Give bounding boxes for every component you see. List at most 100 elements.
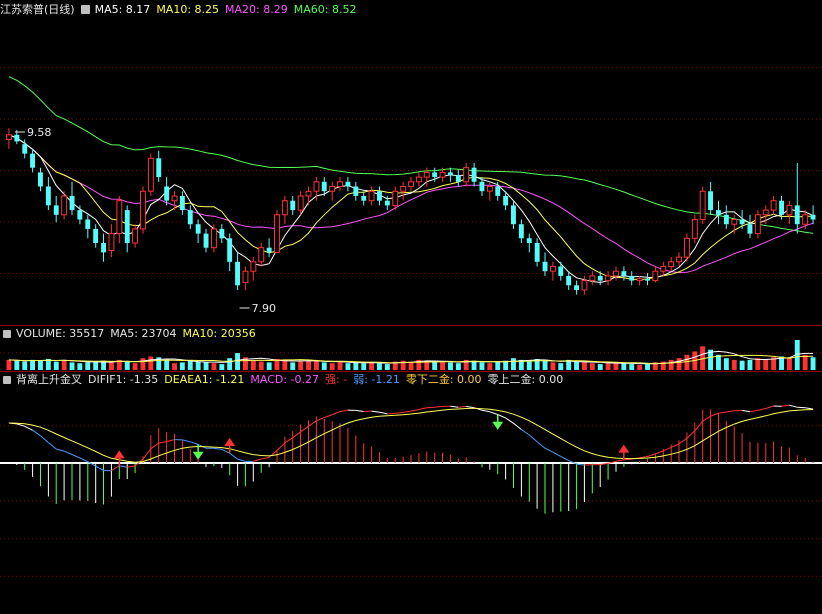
dif-line-segment: [111, 465, 120, 472]
candle-body: [321, 181, 327, 192]
dif-line-segment: [505, 417, 514, 424]
volume-bar: [93, 361, 99, 370]
candle-body: [676, 256, 682, 263]
dif-line-segment: [647, 453, 656, 457]
volume-bar: [369, 362, 374, 370]
dif-line-segment: [182, 439, 191, 443]
candle-body: [400, 186, 407, 192]
volume-bar: [109, 362, 114, 370]
dif-line-segment: [489, 411, 498, 415]
chart-canvas[interactable]: 9.58 7.90: [0, 0, 822, 614]
candle-body: [250, 261, 257, 272]
candle-body: [645, 278, 650, 281]
candle-body: [589, 275, 596, 282]
volume-bar: [495, 361, 501, 370]
volume-bar: [716, 354, 721, 370]
dif-line-segment: [615, 459, 624, 462]
volume-bar: [747, 359, 753, 370]
dif-line-segment: [718, 411, 727, 414]
volume-bar: [479, 362, 485, 370]
dif-line-segment: [150, 442, 159, 450]
volume-bar: [684, 354, 690, 370]
dif-line-segment: [742, 409, 751, 413]
candle-body: [574, 285, 579, 290]
candle-body: [455, 175, 461, 182]
dif-line-segment: [32, 429, 41, 437]
volume-bar: [77, 363, 83, 370]
dif-line-segment: [639, 456, 648, 459]
dif-line-segment: [395, 411, 404, 414]
volume-bar: [526, 361, 532, 370]
volume-bar: [353, 362, 359, 370]
candle-body: [432, 172, 438, 178]
candle-body: [495, 186, 501, 196]
candle-body: [526, 238, 532, 243]
dif-line-segment: [797, 406, 806, 409]
candle-body: [691, 219, 698, 239]
low-price-label: 7.90: [252, 302, 277, 315]
dif-line-segment: [576, 463, 585, 466]
candle-body: [164, 186, 170, 201]
candle-body: [534, 243, 540, 262]
volume-bar: [306, 360, 311, 370]
volume-bar: [219, 364, 225, 370]
candle-body: [77, 210, 83, 220]
candle-body: [605, 275, 611, 282]
candle-body: [463, 167, 470, 183]
dif-line-segment: [379, 411, 388, 415]
candle-body: [581, 280, 588, 291]
dif-line-segment: [410, 409, 419, 412]
candle-body: [384, 200, 390, 206]
candle-body: [668, 261, 675, 267]
volume-bar: [203, 362, 209, 370]
candle-body: [140, 190, 146, 230]
dif-line-segment: [292, 431, 301, 439]
volume-bar: [361, 363, 367, 370]
candle-body: [550, 266, 556, 272]
volume-bar: [345, 363, 351, 370]
dif-line-segment: [276, 442, 286, 451]
high-price-label: 9.58: [27, 126, 52, 139]
volume-bar: [755, 358, 761, 370]
dif-line-segment: [434, 405, 443, 408]
dif-line-segment: [127, 465, 136, 468]
candle-body: [195, 224, 201, 234]
candle-body: [305, 190, 312, 197]
candle-body: [423, 171, 430, 178]
dif-line-segment: [261, 456, 270, 460]
volume-bar: [250, 360, 256, 370]
volume-bar: [321, 362, 327, 370]
dif-line-segment: [544, 447, 554, 453]
dif-line-segment: [316, 417, 325, 422]
volume-bar: [124, 361, 130, 370]
kline-window: 江苏索普(日线) MA5: 8.17 MA10: 8.25 MA20: 8.29 MA6…: [0, 0, 822, 614]
candle-body: [281, 200, 288, 216]
dea-line: [8, 407, 814, 463]
candle-body: [266, 247, 272, 253]
candle-body: [377, 191, 382, 201]
volume-bar: [38, 360, 43, 370]
candle-body: [471, 167, 477, 182]
dif-line-segment: [663, 446, 672, 452]
candle-body: [69, 196, 75, 211]
volume-bar: [582, 362, 587, 370]
candle-body: [101, 243, 106, 253]
dif-line-segment: [655, 450, 664, 455]
volume-bar: [802, 354, 808, 370]
dif-line-segment: [213, 447, 222, 450]
candle-body: [61, 195, 68, 216]
volume-bar: [487, 363, 493, 370]
dif-line-segment: [332, 411, 341, 416]
buy-arrow-icon: [618, 444, 630, 460]
candle-body: [93, 228, 99, 243]
volume-bar: [6, 359, 12, 370]
dif-line-segment: [371, 410, 380, 413]
dif-line-segment: [403, 410, 412, 413]
volume-bar: [597, 364, 603, 370]
candle-body: [171, 195, 178, 202]
volume-bar: [455, 363, 461, 370]
dif-line-segment: [300, 425, 309, 433]
dif-line-segment: [355, 409, 364, 412]
candle-body: [242, 270, 249, 284]
candle-body: [486, 186, 493, 192]
